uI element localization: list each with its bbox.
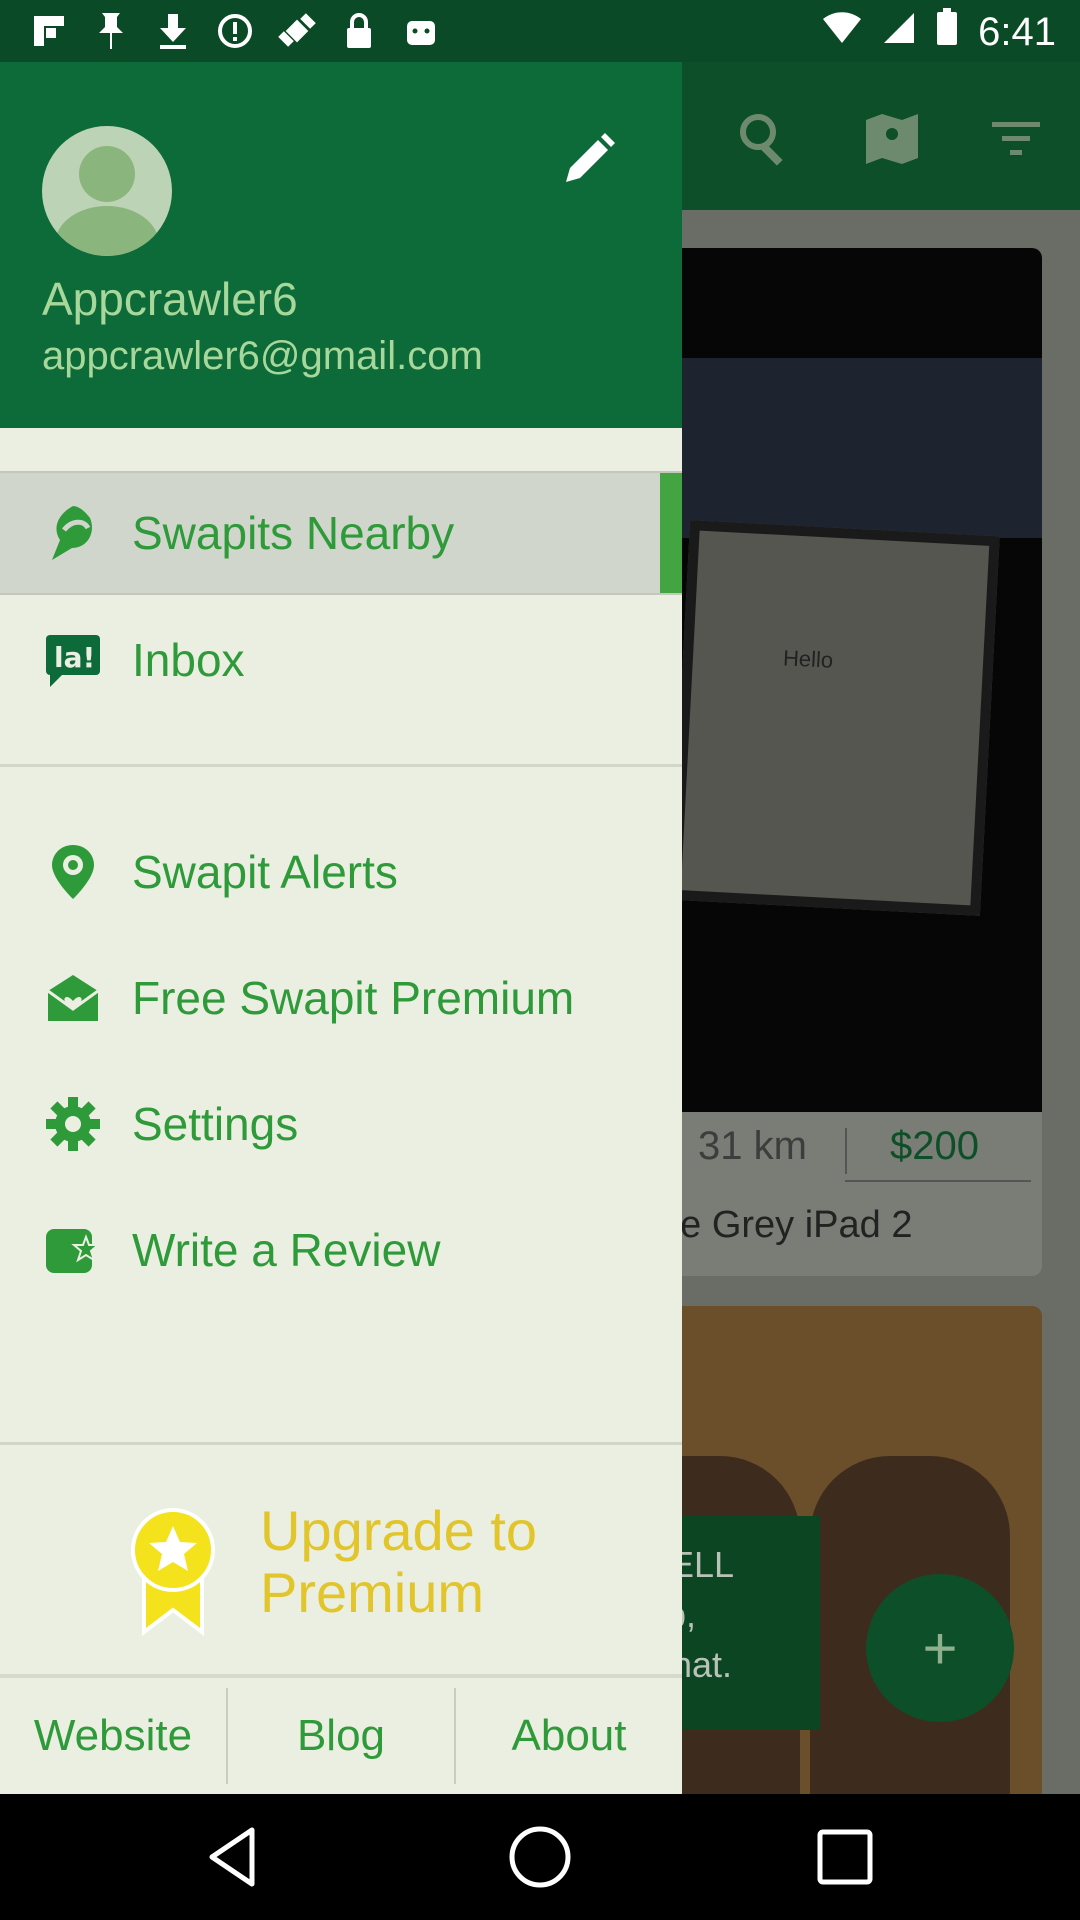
inbox-chat-icon: la! xyxy=(44,631,102,689)
menu-item-label: Write a Review xyxy=(132,1224,441,1276)
menu-item-label: Settings xyxy=(132,1098,299,1150)
upgrade-line: Premium xyxy=(260,1561,485,1624)
active-indicator xyxy=(660,473,682,593)
fake-gps-icon xyxy=(276,10,318,52)
info-icon xyxy=(214,10,256,52)
svg-text:la!: la! xyxy=(54,641,95,674)
meta-divider xyxy=(845,1128,847,1174)
drawer-footer: Website Blog About xyxy=(0,1674,682,1794)
menu-item-label: Swapit Alerts xyxy=(132,846,398,898)
pin-icon xyxy=(90,10,132,52)
add-listing-button[interactable]: + xyxy=(866,1574,1014,1722)
navigation-drawer: Appcrawler6 appcrawler6@gmail.com Swapit… xyxy=(0,62,682,1794)
avatar[interactable] xyxy=(42,126,172,256)
recents-icon[interactable] xyxy=(810,1822,880,1892)
screen-text: Hello xyxy=(782,645,834,673)
download-icon xyxy=(152,10,194,52)
notification-icons xyxy=(28,10,442,52)
premium-ribbon-icon xyxy=(130,1506,216,1637)
menu-divider xyxy=(0,764,682,767)
menu-item-swapits-nearby[interactable]: Swapits Nearby xyxy=(0,471,682,595)
listing-photo: Hello xyxy=(640,248,1042,1112)
gear-icon xyxy=(44,1095,102,1153)
wifi-icon xyxy=(822,10,862,55)
drawer-header: Appcrawler6 appcrawler6@gmail.com xyxy=(0,62,682,428)
listing-price: $200 xyxy=(890,1124,979,1168)
website-link[interactable]: Website xyxy=(0,1678,226,1794)
menu-item-inbox[interactable]: la! Inbox xyxy=(0,598,682,722)
system-nav-bar xyxy=(0,1794,1080,1920)
blog-link[interactable]: Blog xyxy=(228,1678,454,1794)
ipad-screen: Hello xyxy=(670,520,1000,916)
menu-item-write-review[interactable]: Write a Review xyxy=(0,1188,682,1312)
upgrade-line: Upgrade to xyxy=(260,1499,538,1562)
menu-item-swapit-alerts[interactable]: Swapit Alerts xyxy=(0,810,682,934)
battery-icon xyxy=(936,8,958,56)
filter-icon[interactable] xyxy=(986,108,1046,168)
signal-icon xyxy=(882,10,916,55)
envelope-heart-icon xyxy=(44,969,102,1027)
map-icon[interactable] xyxy=(862,108,922,168)
photo-background xyxy=(640,358,1042,538)
system-status: 6:41 xyxy=(822,8,1056,56)
price-underline xyxy=(845,1180,1031,1182)
review-star-icon xyxy=(44,1221,102,1279)
menu-item-settings[interactable]: Settings xyxy=(0,1062,682,1186)
upgrade-text: Upgrade to Premium xyxy=(260,1500,537,1624)
menu-item-label: Swapits Nearby xyxy=(132,507,455,559)
clock: 6:41 xyxy=(978,9,1056,54)
alert-pin-icon xyxy=(44,843,102,901)
edit-profile-icon[interactable] xyxy=(558,130,618,190)
menu-item-label: Free Swapit Premium xyxy=(132,972,575,1024)
profile-username: Appcrawler6 xyxy=(42,273,298,325)
listing-card[interactable]: Hello 31 km $200 ace Grey iPad 2 xyxy=(640,248,1042,1276)
menu-item-label: Inbox xyxy=(132,634,245,686)
flipboard-icon xyxy=(28,10,70,52)
profile-email: appcrawler6@gmail.com xyxy=(42,334,483,378)
listing-meta: 31 km $200 ace Grey iPad 2 xyxy=(640,1112,1042,1276)
lock-icon xyxy=(338,10,380,52)
home-icon[interactable] xyxy=(505,1822,575,1892)
search-icon[interactable] xyxy=(734,108,794,168)
menu-item-free-premium[interactable]: Free Swapit Premium xyxy=(0,936,682,1060)
back-icon[interactable] xyxy=(200,1822,270,1892)
listing-distance: 31 km xyxy=(698,1124,807,1168)
status-bar: 6:41 xyxy=(0,0,1080,62)
swapit-logo-icon xyxy=(44,504,102,562)
about-link[interactable]: About xyxy=(456,1678,682,1794)
android-icon xyxy=(400,10,442,52)
menu-divider xyxy=(0,1442,682,1445)
